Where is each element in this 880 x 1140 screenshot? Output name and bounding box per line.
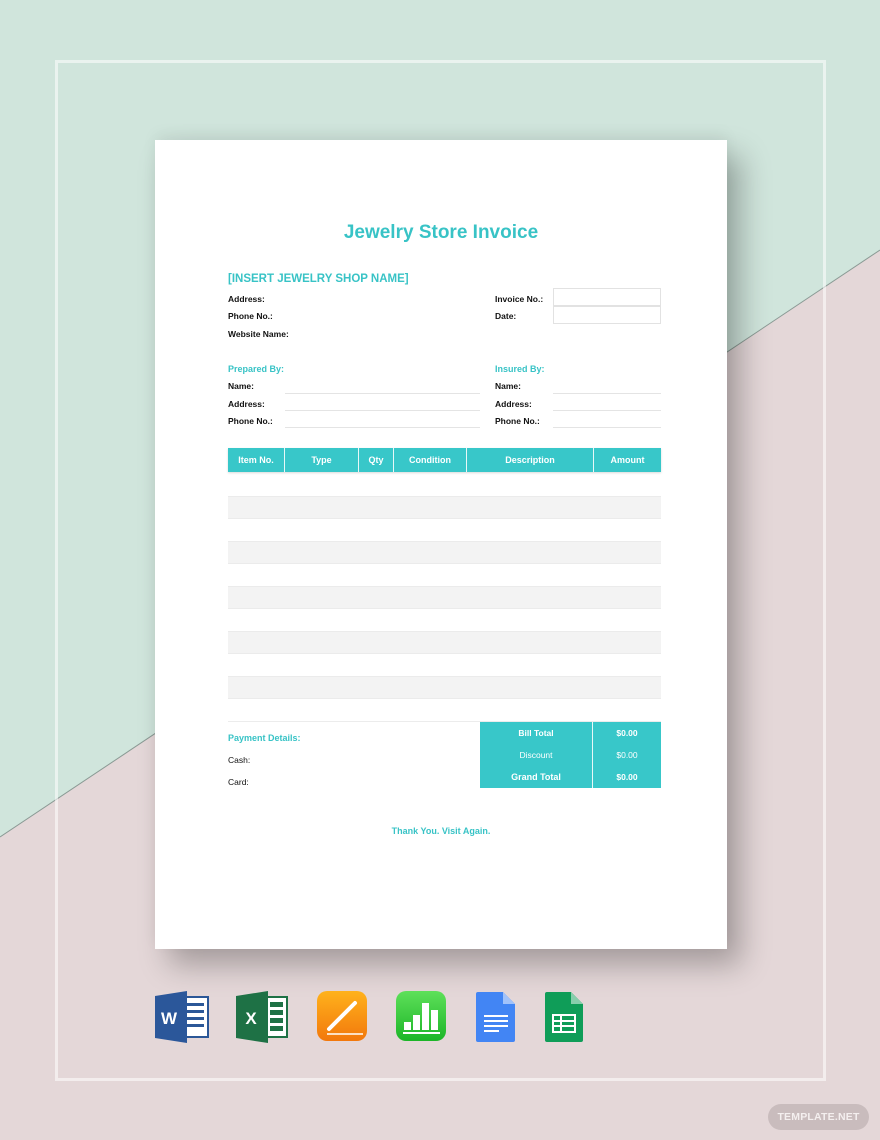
cash-label: Cash: xyxy=(228,755,251,765)
table-row[interactable] xyxy=(228,654,661,677)
format-icons: W X xyxy=(0,991,880,1043)
totals-table: Bill Total $0.00 Discount $0.00 Grand To… xyxy=(480,722,661,788)
prepared-name-field[interactable] xyxy=(285,393,480,394)
bill-total-value: $0.00 xyxy=(616,728,638,738)
column-header-description: Description xyxy=(467,448,594,472)
shop-website-label: Website Name: xyxy=(228,329,289,339)
insured-address-label: Address: xyxy=(495,399,532,409)
prepared-phone-field[interactable] xyxy=(285,427,480,428)
prepared-address-label: Address: xyxy=(228,399,265,409)
document-title: Jewelry Store Invoice xyxy=(343,222,539,243)
svg-text:W: W xyxy=(161,1009,178,1028)
insured-phone-field[interactable] xyxy=(553,427,661,428)
grand-total-label: Grand Total xyxy=(480,766,593,788)
footer-message: Thank You. Visit Again. xyxy=(391,826,491,836)
column-header-type: Type xyxy=(285,448,359,472)
column-header-amount: Amount xyxy=(610,455,645,465)
insured-address-field[interactable] xyxy=(553,410,661,411)
template-net-watermark[interactable]: TEMPLATE.NET xyxy=(768,1104,869,1130)
table-row[interactable] xyxy=(228,518,661,541)
insured-phone-label: Phone No.: xyxy=(495,416,540,426)
column-header-condition: Condition xyxy=(394,448,467,472)
items-table-header: Item No. Type Qty Condition Description … xyxy=(228,448,661,472)
google-docs-icon[interactable] xyxy=(475,991,517,1043)
discount-value: $0.00 xyxy=(616,750,638,760)
prepared-by-heading: Prepared By: xyxy=(228,364,285,374)
prepared-name-label: Name: xyxy=(228,381,254,391)
svg-text:X: X xyxy=(245,1009,257,1028)
excel-icon[interactable]: X xyxy=(236,991,288,1043)
table-row[interactable] xyxy=(228,473,661,496)
invoice-no-label: Invoice No.: xyxy=(495,294,544,304)
column-header-qty: Qty xyxy=(359,448,394,472)
shop-phone-label: Phone No.: xyxy=(228,311,273,321)
column-header-item-no: Item No. xyxy=(228,448,285,472)
shop-address-label: Address: xyxy=(228,294,265,304)
numbers-icon[interactable] xyxy=(396,991,446,1041)
card-label: Card: xyxy=(228,777,249,787)
shop-name[interactable]: [INSERT JEWELRY SHOP NAME] xyxy=(228,273,409,285)
table-row[interactable] xyxy=(228,495,661,519)
discount-label: Discount xyxy=(480,744,593,766)
table-row[interactable] xyxy=(228,609,661,632)
date-label: Date: xyxy=(495,311,517,321)
table-row[interactable] xyxy=(228,676,661,700)
pages-icon[interactable] xyxy=(317,991,367,1041)
invoice-document: Jewelry Store Invoice [INSERT JEWELRY SH… xyxy=(155,140,727,949)
insured-name-field[interactable] xyxy=(553,393,661,394)
table-row[interactable] xyxy=(228,563,661,586)
insured-by-heading: Insured By: xyxy=(495,364,545,374)
table-row[interactable] xyxy=(228,540,661,564)
prepared-address-field[interactable] xyxy=(285,410,480,411)
table-row[interactable] xyxy=(228,586,661,609)
invoice-no-field[interactable] xyxy=(553,288,661,306)
date-field[interactable] xyxy=(553,306,661,324)
grand-total-value: $0.00 xyxy=(616,772,638,782)
table-row[interactable] xyxy=(228,631,661,655)
bill-total-label: Bill Total xyxy=(480,722,593,744)
payment-details-heading: Payment Details: xyxy=(228,733,301,743)
prepared-phone-label: Phone No.: xyxy=(228,416,273,426)
google-sheets-icon[interactable] xyxy=(544,991,584,1043)
insured-name-label: Name: xyxy=(495,381,521,391)
word-icon[interactable]: W xyxy=(155,991,209,1043)
